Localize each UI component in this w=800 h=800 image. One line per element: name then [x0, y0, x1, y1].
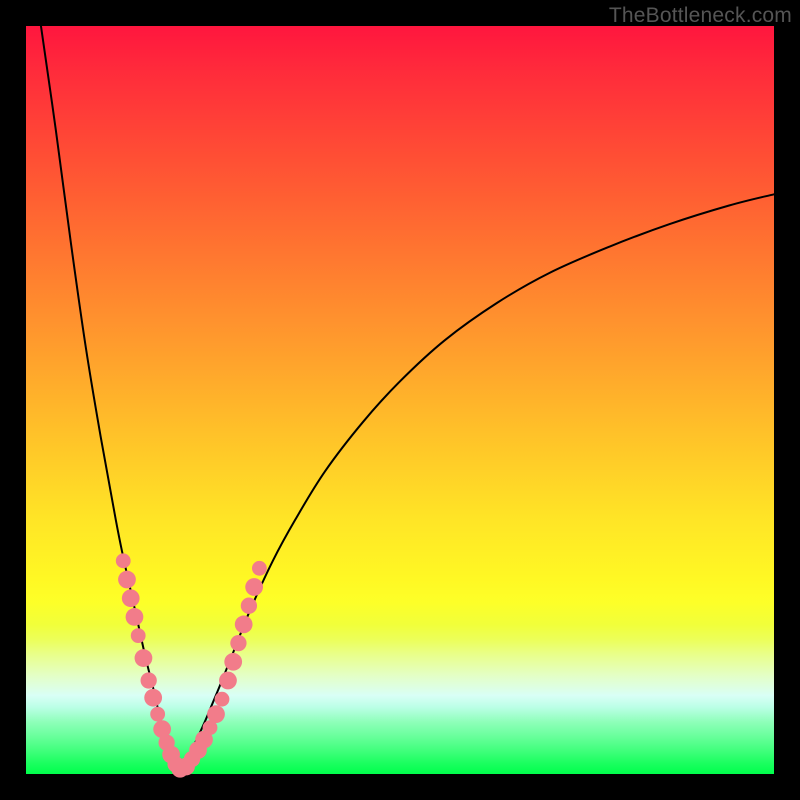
valley-marker: [144, 689, 162, 707]
curve-right-branch: [177, 194, 774, 769]
valley-marker: [150, 707, 165, 722]
valley-marker: [235, 616, 253, 634]
valley-marker: [122, 589, 140, 607]
valley-markers: [116, 553, 267, 777]
valley-marker: [131, 628, 146, 643]
valley-marker: [126, 608, 144, 626]
valley-marker: [141, 672, 157, 688]
valley-marker: [241, 598, 257, 614]
valley-marker: [224, 653, 242, 671]
watermark-label: TheBottleneck.com: [609, 4, 792, 28]
valley-marker: [252, 561, 267, 576]
chart-frame: TheBottleneck.com: [0, 0, 800, 800]
valley-marker: [116, 553, 131, 568]
curve-left-branch: [41, 26, 177, 770]
valley-marker: [207, 705, 225, 723]
valley-marker: [219, 672, 237, 690]
valley-marker: [230, 635, 246, 651]
valley-marker: [245, 578, 263, 596]
valley-marker: [118, 571, 136, 589]
valley-marker: [135, 649, 153, 667]
chart-overlay: [26, 26, 774, 774]
valley-marker: [215, 692, 230, 707]
